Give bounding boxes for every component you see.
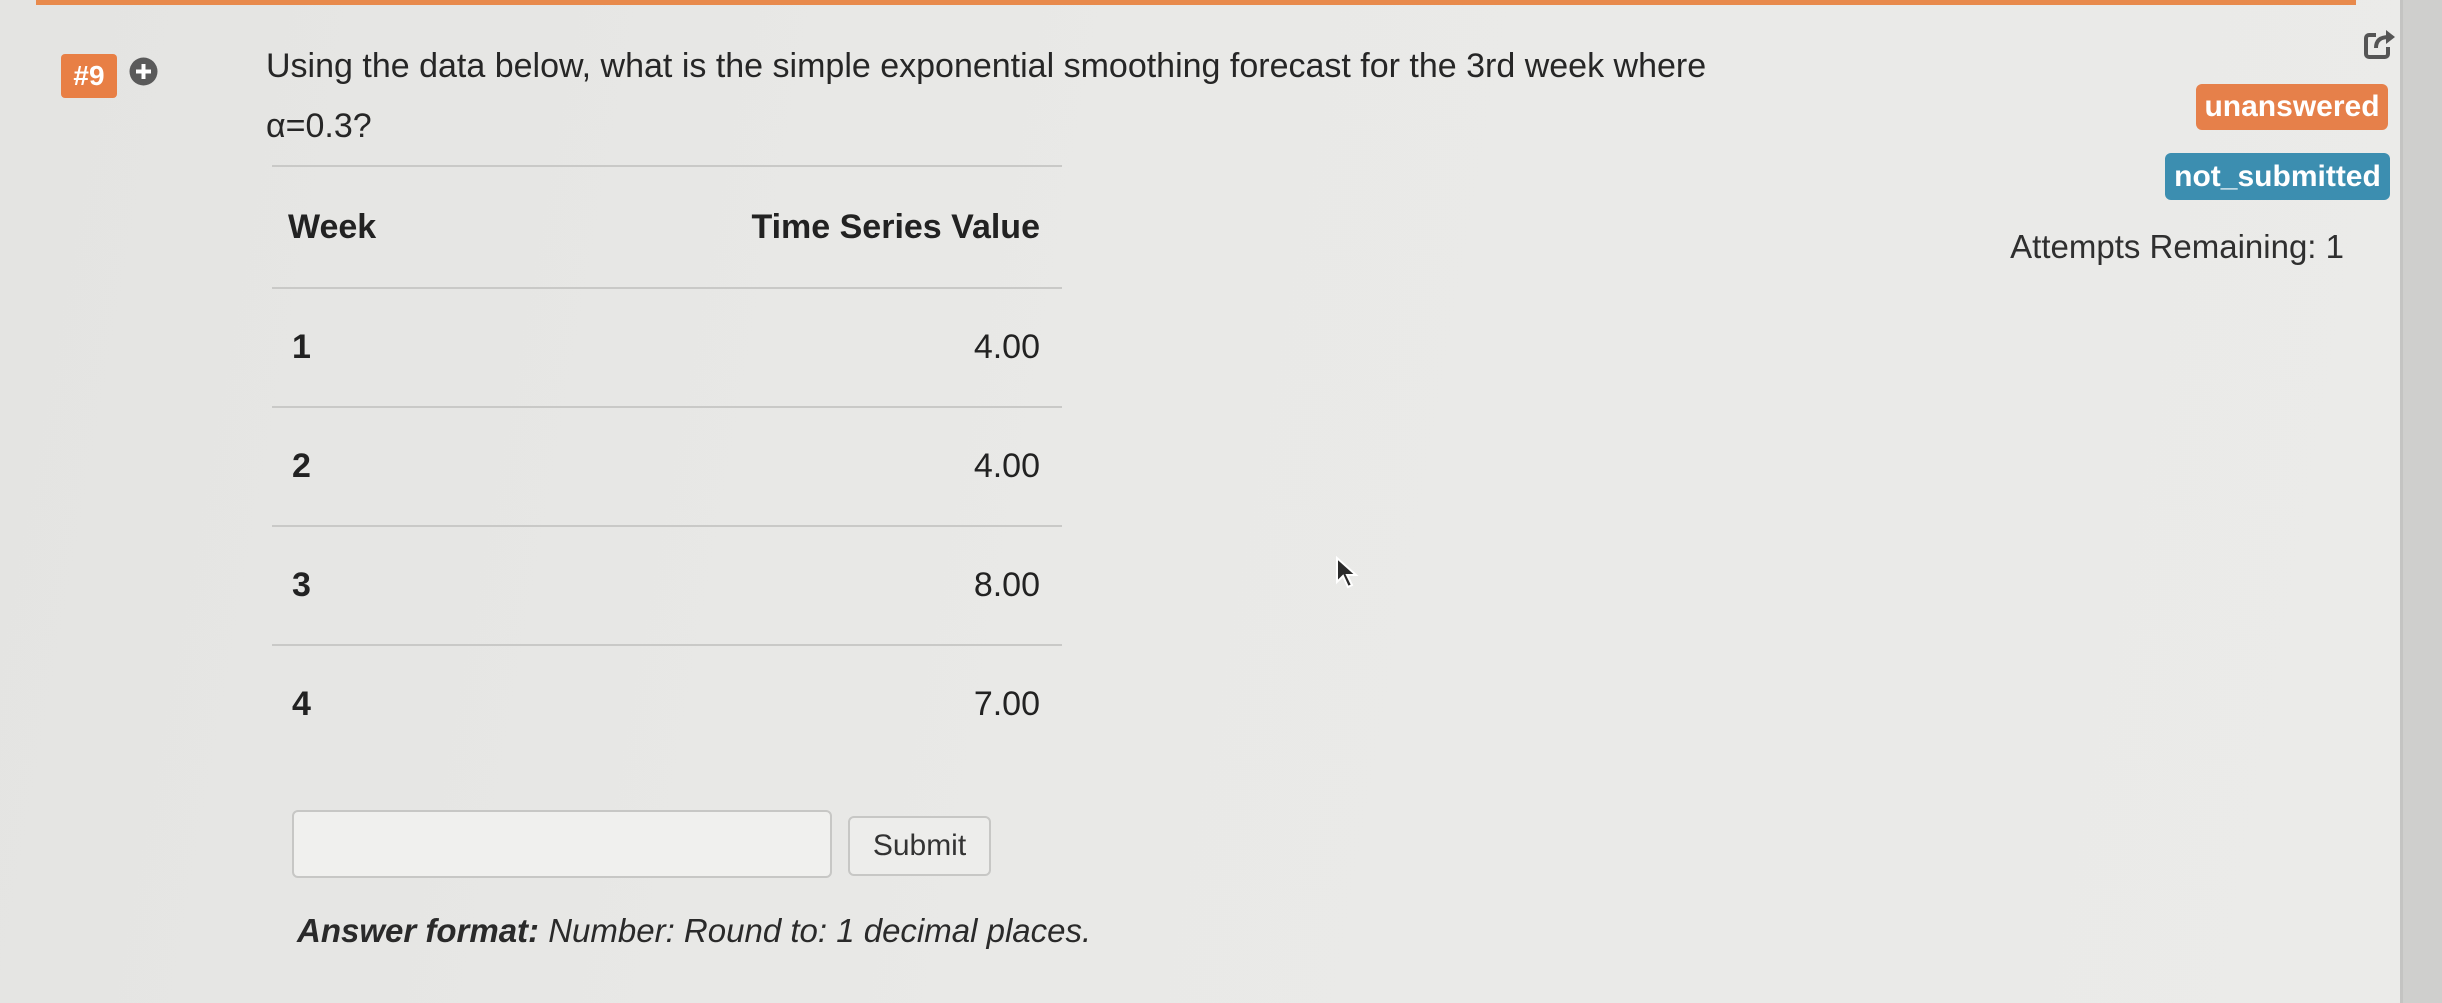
value-cell: 4.00 (973, 447, 1040, 485)
value-cell: 4.00 (973, 328, 1040, 366)
answer-format-label: Answer format: (297, 912, 540, 949)
value-cell: 8.00 (973, 566, 1040, 604)
value-cell: 7.00 (973, 685, 1040, 723)
attempts-remaining: Attempts Remaining: 1 (2010, 228, 2344, 265)
answer-input[interactable] (292, 810, 832, 878)
question-card: #9 Using the data below, what is the sim… (0, 0, 2403, 1003)
week-cell: 1 (292, 328, 311, 366)
week-cell: 2 (292, 447, 311, 485)
share-icon[interactable] (2362, 27, 2396, 61)
table-header-row: Week Time Series Value (272, 167, 1062, 287)
header-week: Week (288, 207, 377, 246)
question-text: Using the data below, what is the simple… (266, 47, 1707, 145)
plus-circle-icon[interactable] (129, 57, 158, 86)
submit-button[interactable]: Submit (848, 816, 991, 876)
question-number-badge: #9 (61, 54, 117, 98)
answer-format-text: Number: Round to: 1 decimal places. (548, 912, 1092, 949)
header-time-series-value: Time Series Value (751, 207, 1040, 246)
answer-format-note: Answer format: Number: Round to: 1 decim… (297, 912, 1091, 950)
table-row: 1 4.00 (272, 289, 1062, 406)
table-row: 4 7.00 (272, 646, 1062, 763)
data-table: Week Time Series Value 1 4.00 2 4.00 3 8… (272, 165, 1062, 763)
table-row: 3 8.00 (272, 527, 1062, 644)
card-top-accent (36, 0, 2356, 5)
not-submitted-badge: not_submitted (2165, 153, 2390, 200)
week-cell: 4 (292, 685, 311, 723)
table-row: 2 4.00 (272, 408, 1062, 525)
unanswered-badge: unanswered (2196, 84, 2388, 130)
mouse-pointer-icon (1336, 556, 1359, 589)
week-cell: 3 (292, 566, 311, 604)
